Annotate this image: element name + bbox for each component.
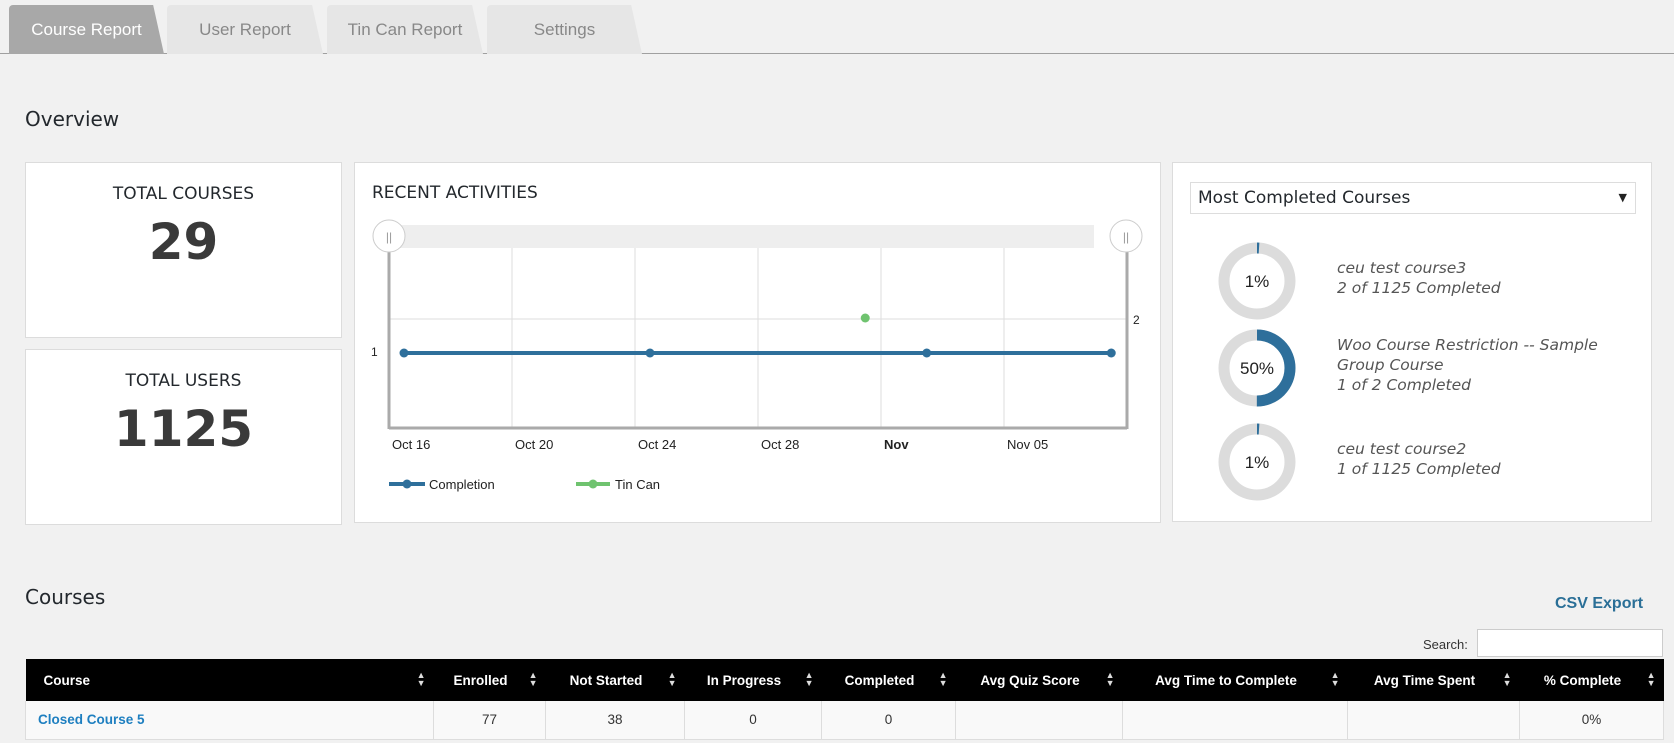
sort-icon[interactable]: ▲ ▼ [805, 671, 814, 688]
x-tick-label: Oct 20 [515, 437, 553, 452]
courses-table: Course ▲ ▼ Enrolled ▲ ▼ Not Started ▲ ▼ In Progre… [25, 659, 1664, 740]
column-header-enrolled[interactable]: Enrolled ▲ ▼ [433, 659, 546, 701]
completed-course-name[interactable]: Woo Course Restriction -- Sample Group C… [1337, 335, 1637, 375]
sort-icon[interactable]: ▲ ▼ [1331, 671, 1340, 688]
data-point-completion[interactable] [645, 348, 655, 358]
column-header-avg-quiz-score[interactable]: Avg Quiz Score ▲ ▼ [955, 659, 1123, 701]
most-completed-card: Most Completed Courses ▼ 1% ceu test cour… [1172, 162, 1652, 522]
column-header-completed[interactable]: Completed ▲ ▼ [821, 659, 956, 701]
completed-course-text: ceu test course3 2 of 1125 Completed [1337, 258, 1637, 298]
completion-percent: 50% [1240, 359, 1274, 378]
column-header-avg-time-spent[interactable]: Avg Time Spent ▲ ▼ [1347, 659, 1520, 701]
column-header-label: Avg Quiz Score [980, 672, 1080, 688]
column-header-label: Enrolled [453, 672, 508, 688]
total-users-label: TOTAL USERS [125, 371, 242, 391]
sort-icon[interactable]: ▲ ▼ [1503, 671, 1512, 688]
cell-avg-quiz [955, 701, 1123, 740]
column-header-label: Avg Time to Complete [1155, 672, 1297, 688]
x-tick-label: Nov 05 [1007, 437, 1048, 452]
sort-icon[interactable]: ▲ ▼ [1106, 671, 1115, 688]
column-header-label: Course [43, 672, 91, 688]
course-link[interactable]: Closed Course 5 [38, 712, 145, 727]
total-courses-card: TOTAL COURSES 29 [25, 162, 342, 338]
total-users-value: 1125 [113, 400, 254, 458]
cell-avg-time-spent [1347, 701, 1520, 740]
column-header--complete[interactable]: % Complete ▲ ▼ [1519, 659, 1664, 701]
chevron-down-icon: ▼ [1618, 191, 1627, 204]
completed-course-detail: 2 of 1125 Completed [1337, 279, 1501, 297]
cell-avg-time-complete [1122, 701, 1348, 740]
y-left-tick-label: 1 [371, 345, 378, 359]
completion-percent: 1% [1245, 272, 1270, 291]
course-ranking-select-value: Most Completed Courses [1198, 188, 1411, 208]
completed-course-text: Woo Course Restriction -- Sample Group C… [1337, 335, 1637, 395]
y-right-tick-label: 2 [1133, 313, 1140, 327]
column-header-label: Not Started [569, 672, 643, 688]
tab-settings[interactable]: Settings [487, 5, 642, 54]
data-point-tin-can[interactable] [860, 313, 870, 323]
completion-donut: 1% [1218, 423, 1296, 501]
column-header-label: Avg Time Spent [1373, 672, 1476, 688]
completed-course-text: ceu test course2 1 of 1125 Completed [1337, 439, 1637, 479]
completion-donut: 1% [1218, 242, 1296, 320]
sort-icon[interactable]: ▲ ▼ [939, 671, 948, 688]
column-header-course[interactable]: Course ▲ ▼ [25, 659, 434, 701]
csv-export-link[interactable]: CSV Export [1555, 595, 1643, 613]
legend-tincan-dot [588, 479, 598, 489]
data-point-completion[interactable] [922, 348, 932, 358]
x-tick-label: Oct 16 [392, 437, 430, 452]
cell-enrolled: 77 [433, 701, 546, 740]
completed-course-detail: 1 of 1125 Completed [1337, 460, 1501, 478]
table-row: Closed Course 5 77 38 0 0 0% [25, 701, 1664, 740]
completed-course-item: 1% ceu test course3 2 of 1125 Completed [1173, 241, 1651, 321]
column-header-label: In Progress [706, 672, 782, 688]
recent-activities-card: RECENT ACTIVITIES Oct 16 Oct 20 Oct 24 Oct … [354, 162, 1161, 523]
legend-completion-dot [402, 479, 412, 489]
cell-not-started: 38 [545, 701, 685, 740]
course-ranking-select[interactable]: Most Completed Courses ▼ [1190, 182, 1636, 214]
total-courses-label: TOTAL COURSES [112, 184, 255, 204]
column-header-in-progress[interactable]: In Progress ▲ ▼ [684, 659, 822, 701]
recent-activities-chart: Oct 16 Oct 20 Oct 24 Oct 28 Nov Nov 05 12 || … [371, 219, 1143, 492]
completed-course-name[interactable]: ceu test course3 [1337, 258, 1637, 278]
overview-title: Overview [25, 107, 120, 131]
cell-pct: 0% [1519, 701, 1664, 740]
x-tick-label: Nov [884, 437, 909, 452]
courses-title: Courses [25, 585, 106, 609]
course-cell: Closed Course 5 [25, 701, 434, 740]
sort-icon[interactable]: ▲ ▼ [417, 671, 426, 688]
completion-percent: 1% [1245, 453, 1270, 472]
cell-in-progress: 0 [684, 701, 822, 740]
completed-course-name[interactable]: ceu test course2 [1337, 439, 1637, 459]
column-header-not-started[interactable]: Not Started ▲ ▼ [545, 659, 685, 701]
total-users-card: TOTAL USERS 1125 [25, 349, 342, 525]
search-label: Search: [1423, 637, 1468, 652]
report-tabs: Course Report User Report Tin Can Report… [0, 0, 1674, 54]
completion-donut: 50% [1218, 329, 1296, 407]
x-tick-label: Oct 28 [761, 437, 799, 452]
sort-icon[interactable]: ▲ ▼ [1647, 671, 1656, 688]
completed-course-detail: 1 of 2 Completed [1337, 376, 1471, 394]
legend-tincan-label[interactable]: Tin Can [615, 477, 660, 492]
column-header-label: % Complete [1543, 672, 1622, 688]
range-handle-right-grip: || [1123, 230, 1129, 244]
sort-icon[interactable]: ▲ ▼ [668, 671, 677, 688]
x-tick-label: Oct 24 [638, 437, 676, 452]
data-point-completion[interactable] [1106, 348, 1116, 358]
column-header-avg-time-to-complete[interactable]: Avg Time to Complete ▲ ▼ [1122, 659, 1348, 701]
completed-course-item: 1% ceu test course2 1 of 1125 Completed [1173, 422, 1651, 502]
search-input[interactable] [1477, 629, 1663, 657]
sort-icon[interactable]: ▲ ▼ [529, 671, 538, 688]
column-header-label: Completed [844, 672, 915, 688]
total-courses-value: 29 [148, 213, 219, 271]
tab-user-report[interactable]: User Report [167, 5, 323, 54]
data-point-completion[interactable] [399, 348, 409, 358]
cell-completed: 0 [821, 701, 956, 740]
range-handle-left-grip: || [386, 230, 392, 244]
completed-course-item: 50% Woo Course Restriction -- Sample Grou… [1173, 328, 1651, 408]
legend-completion-label[interactable]: Completion [429, 477, 495, 492]
range-slider-track[interactable] [388, 225, 1094, 248]
tab-course-report[interactable]: Course Report [9, 5, 164, 54]
tab-tin-can-report[interactable]: Tin Can Report [327, 5, 483, 54]
